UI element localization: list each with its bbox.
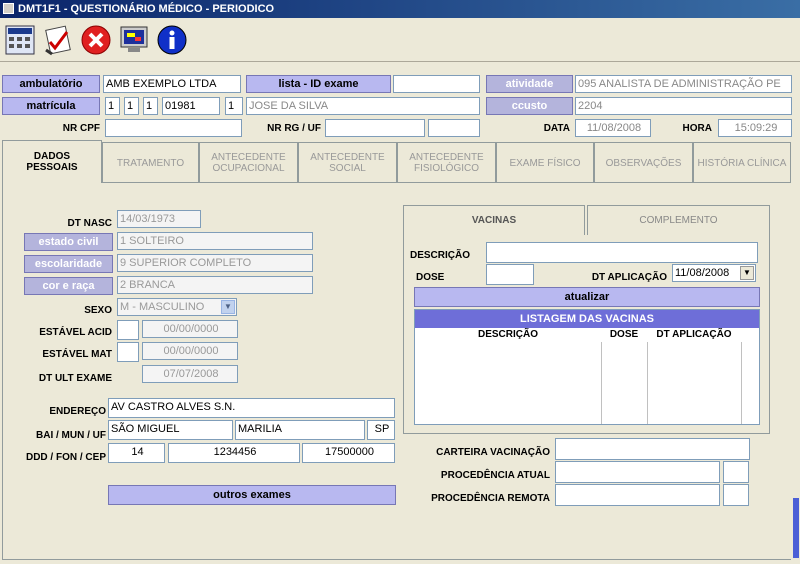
hora-label: HORA (682, 123, 712, 134)
matricula-field-5[interactable]: 1 (225, 97, 243, 115)
nrcpf-field[interactable] (105, 119, 242, 137)
toolbar (0, 18, 800, 62)
descricao-field[interactable] (486, 242, 758, 263)
dtnasc-label: DT NASC (67, 218, 112, 229)
dt-aplicacao-label: DT APLICAÇÃO (591, 272, 667, 283)
col-dose[interactable]: DOSE (601, 328, 647, 342)
estavel-acid-field[interactable]: 00/00/0000 (142, 320, 238, 338)
cor-raca-field[interactable]: 2 BRANCA (117, 276, 313, 294)
endereco-label: ENDEREÇO (49, 406, 106, 417)
ambulatorio-field[interactable]: AMB EXEMPLO LTDA (103, 75, 241, 93)
matricula-button[interactable]: matrícula (2, 97, 100, 115)
column-divider (741, 342, 742, 424)
vacinas-list[interactable]: LISTAGEM DAS VACINAS DESCRIÇÃO DOSE DT A… (414, 309, 760, 425)
matricula-field-2[interactable]: 1 (124, 97, 139, 115)
atividade-field[interactable]: 095 ANALISTA DE ADMINISTRAÇÃO PE (575, 75, 792, 93)
hora-field[interactable]: 15:09:29 (718, 119, 792, 137)
close-icon[interactable] (78, 22, 114, 58)
dt-aplicacao-select[interactable]: 11/08/2008 ▼ (672, 264, 756, 282)
employee-name-field[interactable]: JOSE DA SILVA (246, 97, 480, 115)
dt-ult-exame-label: DT ULT EXAME (38, 373, 112, 384)
nrrg-field[interactable] (325, 119, 425, 137)
listagem-title: LISTAGEM DAS VACINAS (415, 310, 759, 328)
tab-antecedente-social[interactable]: ANTECEDENTE SOCIAL (298, 142, 397, 183)
procedencia-remota-field[interactable] (555, 484, 720, 506)
estavel-mat-label: ESTÁVEL MAT (42, 349, 112, 360)
tab-antecedente-fisiologico[interactable]: ANTECEDENTE FISIOLÓGICO (397, 142, 496, 183)
info-icon[interactable] (154, 22, 190, 58)
fone-field[interactable]: 1234456 (168, 443, 300, 463)
tab-historia-clinica[interactable]: HISTÓRIA CLÍNICA (693, 142, 791, 183)
checklist-icon[interactable] (40, 22, 76, 58)
atividade-button[interactable]: atividade (486, 75, 573, 93)
estavel-acid-label: ESTÁVEL ACID (39, 327, 112, 338)
uf-field[interactable]: SP (367, 420, 395, 440)
tab-tratamento[interactable]: TRATAMENTO (102, 142, 199, 183)
ccusto-field[interactable]: 2204 (575, 97, 792, 115)
lista-id-exame-field[interactable] (393, 75, 480, 93)
col-dt-aplicacao[interactable]: DT APLICAÇÃO (647, 328, 741, 342)
cor-raca-button[interactable]: cor e raça (24, 277, 113, 295)
estado-civil-button[interactable]: estado civil (24, 233, 113, 251)
outros-exames-button[interactable]: outros exames (108, 485, 396, 505)
tab-exame-fisico[interactable]: EXAME FÍSICO (496, 142, 594, 183)
estavel-acid-checkbox[interactable] (117, 320, 139, 340)
bai-mun-uf-label: BAI / MUN / UF (36, 430, 106, 441)
matricula-field-4[interactable]: 01981 (162, 97, 220, 115)
monitor-icon[interactable] (116, 22, 152, 58)
col-descricao[interactable]: DESCRIÇÃO (415, 328, 601, 342)
sexo-select[interactable]: M - MASCULINO ▼ (117, 298, 237, 316)
estado-civil-field[interactable]: 1 SOLTEIRO (117, 232, 313, 250)
tab-observacoes[interactable]: OBSERVAÇÕES (594, 142, 693, 183)
procedencia-remota-extra-field[interactable] (723, 484, 749, 506)
calculator-grid-icon[interactable] (2, 22, 38, 58)
procedencia-remota-label: PROCEDÊNCIA REMOTA (431, 493, 550, 504)
dose-field[interactable] (486, 264, 534, 285)
procedencia-atual-field[interactable] (555, 461, 720, 483)
column-divider (601, 342, 602, 424)
vertical-scrollbar[interactable] (791, 182, 800, 560)
carteira-vacinacao-field[interactable] (555, 438, 750, 460)
window-title: DMT1F1 - QUESTIONÁRIO MÉDICO - PERIODICO (18, 3, 275, 15)
bairro-field[interactable]: SÃO MIGUEL (108, 420, 233, 440)
atualizar-button[interactable]: atualizar (414, 287, 760, 307)
endereco-field[interactable]: AV CASTRO ALVES S.N. (108, 398, 395, 418)
ddd-fon-cep-label: DDD / FON / CEP (25, 452, 106, 463)
municipio-field[interactable]: MARILIA (235, 420, 365, 440)
matricula-field-1[interactable]: 1 (105, 97, 120, 115)
data-field[interactable]: 11/08/2008 (575, 119, 651, 137)
tab-vacinas[interactable]: VACINAS (403, 205, 585, 235)
data-label: DATA (543, 123, 570, 134)
dt-ult-exame-field[interactable]: 07/07/2008 (142, 365, 238, 383)
chevron-down-icon[interactable]: ▼ (740, 266, 754, 280)
chevron-down-icon[interactable]: ▼ (221, 300, 235, 314)
procedencia-atual-extra-field[interactable] (723, 461, 749, 483)
column-divider (647, 342, 648, 424)
sexo-label: SEXO (84, 305, 112, 316)
tab-complemento[interactable]: COMPLEMENTO (587, 205, 770, 235)
nrrg-uf-field[interactable] (428, 119, 480, 137)
procedencia-atual-label: PROCEDÊNCIA ATUAL (440, 470, 550, 481)
estavel-mat-field[interactable]: 00/00/0000 (142, 342, 238, 360)
carteira-vacinacao-label: CARTEIRA VACINAÇÃO (436, 447, 550, 458)
lista-id-exame-button[interactable]: lista - ID exame (246, 75, 391, 93)
tab-dados-pessoais[interactable]: DADOS PESSOAIS (2, 140, 102, 183)
escolaridade-button[interactable]: escolaridade (24, 255, 113, 273)
descricao-label: DESCRIÇÃO (410, 250, 471, 261)
ccusto-button[interactable]: ccusto (486, 97, 573, 115)
system-menu-icon[interactable] (3, 3, 14, 14)
cep-field[interactable]: 17500000 (302, 443, 395, 463)
ddd-field[interactable]: 14 (108, 443, 165, 463)
scrollbar-thumb[interactable] (793, 498, 799, 558)
tab-antecedente-ocupacional[interactable]: ANTECEDENTE OCUPACIONAL (199, 142, 298, 183)
estavel-mat-checkbox[interactable] (117, 342, 139, 362)
window-title-bar: DMT1F1 - QUESTIONÁRIO MÉDICO - PERIODICO (0, 0, 800, 18)
dtnasc-field[interactable]: 14/03/1973 (117, 210, 201, 228)
dose-label: DOSE (416, 272, 445, 283)
escolaridade-field[interactable]: 9 SUPERIOR COMPLETO (117, 254, 313, 272)
ambulatorio-button[interactable]: ambulatório (2, 75, 100, 93)
nrrg-label: NR RG / UF (267, 123, 321, 134)
matricula-field-3[interactable]: 1 (143, 97, 158, 115)
nrcpf-label: NR CPF (62, 123, 100, 134)
